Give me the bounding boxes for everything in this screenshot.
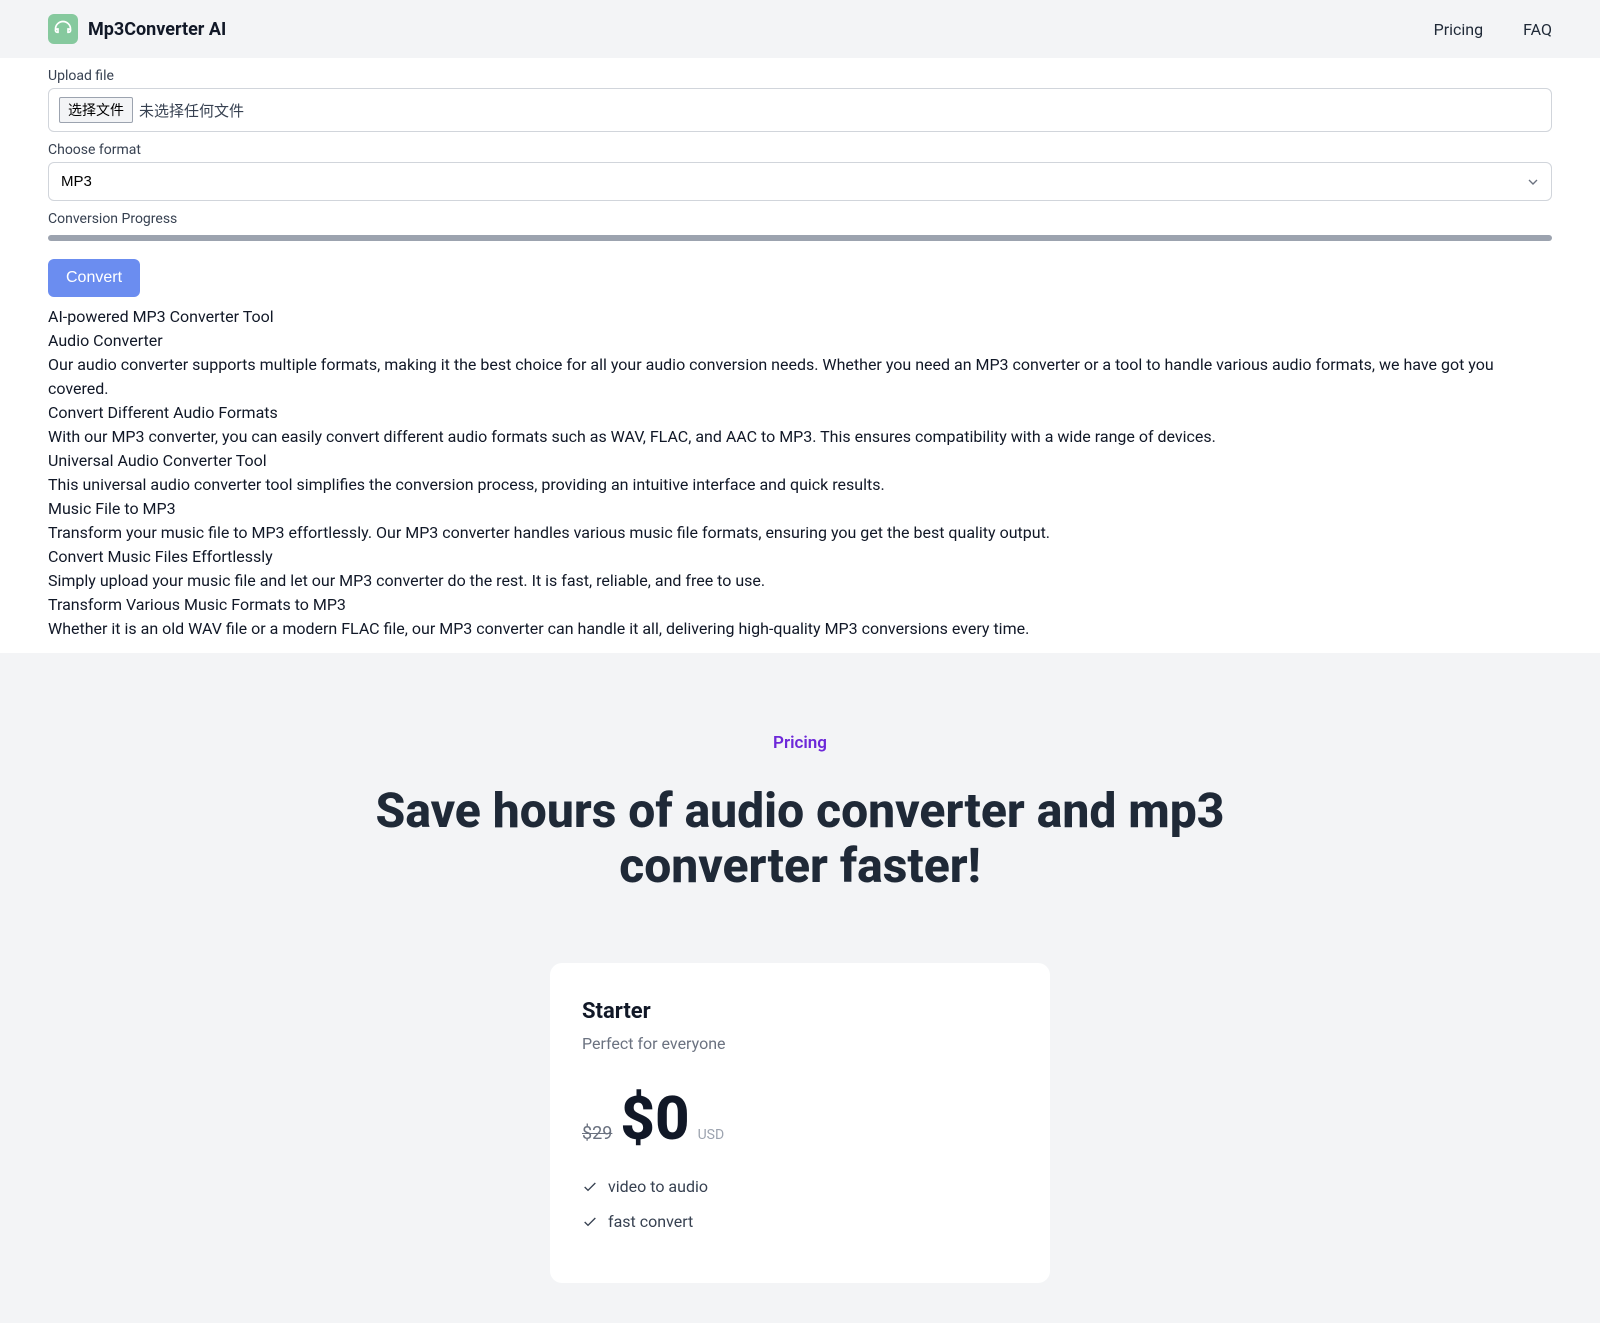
section-title: Universal Audio Converter Tool bbox=[48, 449, 1552, 473]
pricing-title: Save hours of audio converter and mp3 co… bbox=[350, 783, 1250, 893]
info-content: AI-powered MP3 Converter Tool Audio Conv… bbox=[48, 305, 1552, 641]
plan-description: Perfect for everyone bbox=[582, 1034, 1018, 1053]
feature-list: video to audio fast convert bbox=[582, 1177, 1018, 1231]
pricing-section: Pricing Save hours of audio converter an… bbox=[0, 653, 1600, 1323]
format-label: Choose format bbox=[48, 142, 1552, 158]
section-title: Convert Music Files Effortlessly bbox=[48, 545, 1552, 569]
price: $0 bbox=[620, 1089, 689, 1149]
nav-faq[interactable]: FAQ bbox=[1523, 20, 1552, 39]
check-icon bbox=[582, 1179, 598, 1195]
page-title: AI-powered MP3 Converter Tool bbox=[48, 305, 1552, 329]
section-title: Transform Various Music Formats to MP3 bbox=[48, 593, 1552, 617]
currency: USD bbox=[698, 1127, 725, 1143]
brand[interactable]: Mp3Converter AI bbox=[48, 14, 226, 44]
progress-bar bbox=[48, 235, 1552, 241]
upload-label: Upload file bbox=[48, 68, 1552, 84]
section-title: Convert Different Audio Formats bbox=[48, 401, 1552, 425]
headphones-icon bbox=[48, 14, 78, 44]
progress-label: Conversion Progress bbox=[48, 211, 1552, 227]
convert-button[interactable]: Convert bbox=[48, 259, 140, 297]
section-body: This universal audio converter tool simp… bbox=[48, 473, 1552, 497]
section-title: Music File to MP3 bbox=[48, 497, 1552, 521]
price-row: $29 $0 USD bbox=[582, 1089, 1018, 1149]
plan-name: Starter bbox=[582, 999, 1018, 1024]
file-input-container[interactable]: 选择文件 未选择任何文件 bbox=[48, 88, 1552, 132]
feature-text: fast convert bbox=[608, 1212, 693, 1231]
app-header: Mp3Converter AI Pricing FAQ bbox=[0, 0, 1600, 58]
section-body: Whether it is an old WAV file or a moder… bbox=[48, 617, 1552, 641]
main-content: Upload file 选择文件 未选择任何文件 Choose format M… bbox=[0, 68, 1600, 641]
pricing-card-starter: Starter Perfect for everyone $29 $0 USD … bbox=[550, 963, 1050, 1283]
pricing-eyebrow: Pricing bbox=[48, 733, 1552, 753]
feature-item: fast convert bbox=[582, 1212, 1018, 1231]
section-body: Transform your music file to MP3 effortl… bbox=[48, 521, 1552, 545]
section-body: With our MP3 converter, you can easily c… bbox=[48, 425, 1552, 449]
section-title: Audio Converter bbox=[48, 329, 1552, 353]
feature-item: video to audio bbox=[582, 1177, 1018, 1196]
top-nav: Pricing FAQ bbox=[1434, 20, 1552, 39]
section-body: Our audio converter supports multiple fo… bbox=[48, 353, 1552, 401]
format-select[interactable]: MP3 bbox=[48, 162, 1552, 201]
section-body: Simply upload your music file and let ou… bbox=[48, 569, 1552, 593]
file-status-text: 未选择任何文件 bbox=[139, 100, 244, 121]
feature-text: video to audio bbox=[608, 1177, 708, 1196]
old-price: $29 bbox=[582, 1123, 612, 1144]
nav-pricing[interactable]: Pricing bbox=[1434, 20, 1484, 39]
brand-name: Mp3Converter AI bbox=[88, 19, 226, 40]
choose-file-button[interactable]: 选择文件 bbox=[59, 97, 133, 123]
check-icon bbox=[582, 1214, 598, 1230]
